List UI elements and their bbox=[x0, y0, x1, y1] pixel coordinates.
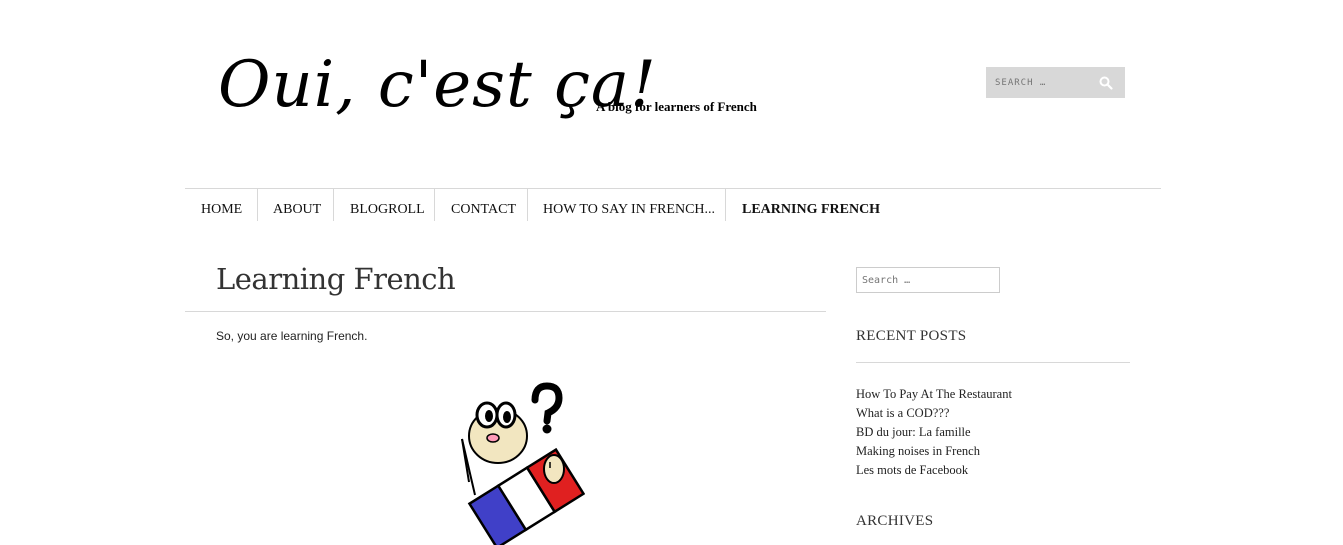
recent-post-link[interactable]: What is a COD??? bbox=[856, 404, 1012, 423]
nav-divider bbox=[434, 189, 435, 221]
main-navigation: HOME ABOUT BLOGROLL CONTACT HOW TO SAY I… bbox=[185, 188, 1161, 221]
nav-divider bbox=[725, 189, 726, 221]
nav-item-learning-french[interactable]: LEARNING FRENCH bbox=[742, 189, 880, 221]
nav-divider bbox=[257, 189, 258, 221]
recent-post-link[interactable]: Les mots de Facebook bbox=[856, 461, 1012, 480]
nav-item-contact[interactable]: CONTACT bbox=[451, 189, 516, 221]
nav-item-about[interactable]: ABOUT bbox=[273, 189, 321, 221]
recent-post-link[interactable]: BD du jour: La famille bbox=[856, 423, 1012, 442]
sidebar-search bbox=[856, 267, 1002, 293]
sidebar-search-input[interactable] bbox=[857, 268, 1002, 292]
recent-posts-title: RECENT POSTS bbox=[856, 328, 967, 344]
recent-posts-list: How To Pay At The Restaurant What is a C… bbox=[856, 385, 1012, 480]
recent-post-link[interactable]: Making noises in French bbox=[856, 442, 1012, 461]
intro-text: So, you are learning French. bbox=[216, 329, 368, 343]
confused-character-with-french-flag-icon bbox=[461, 382, 585, 545]
site: Oui, c'est ça! A blog for learners of Fr… bbox=[0, 0, 1343, 545]
header-search-input[interactable] bbox=[986, 67, 1095, 98]
page-title: Learning French bbox=[216, 262, 456, 296]
widget-divider bbox=[856, 362, 1130, 363]
site-logo[interactable]: Oui, c'est ça! bbox=[218, 46, 657, 124]
search-icon[interactable] bbox=[1099, 76, 1113, 90]
nav-item-home[interactable]: HOME bbox=[201, 189, 242, 221]
header-search bbox=[986, 67, 1125, 98]
site-tagline: A blog for learners of French bbox=[596, 99, 757, 114]
title-divider bbox=[185, 311, 826, 312]
nav-item-how-to-say[interactable]: HOW TO SAY IN FRENCH... bbox=[543, 189, 715, 221]
archives-title: ARCHIVES bbox=[856, 513, 934, 529]
nav-divider bbox=[527, 189, 528, 221]
nav-divider bbox=[333, 189, 334, 221]
nav-item-blogroll[interactable]: BLOGROLL bbox=[350, 189, 425, 221]
recent-post-link[interactable]: How To Pay At The Restaurant bbox=[856, 385, 1012, 404]
